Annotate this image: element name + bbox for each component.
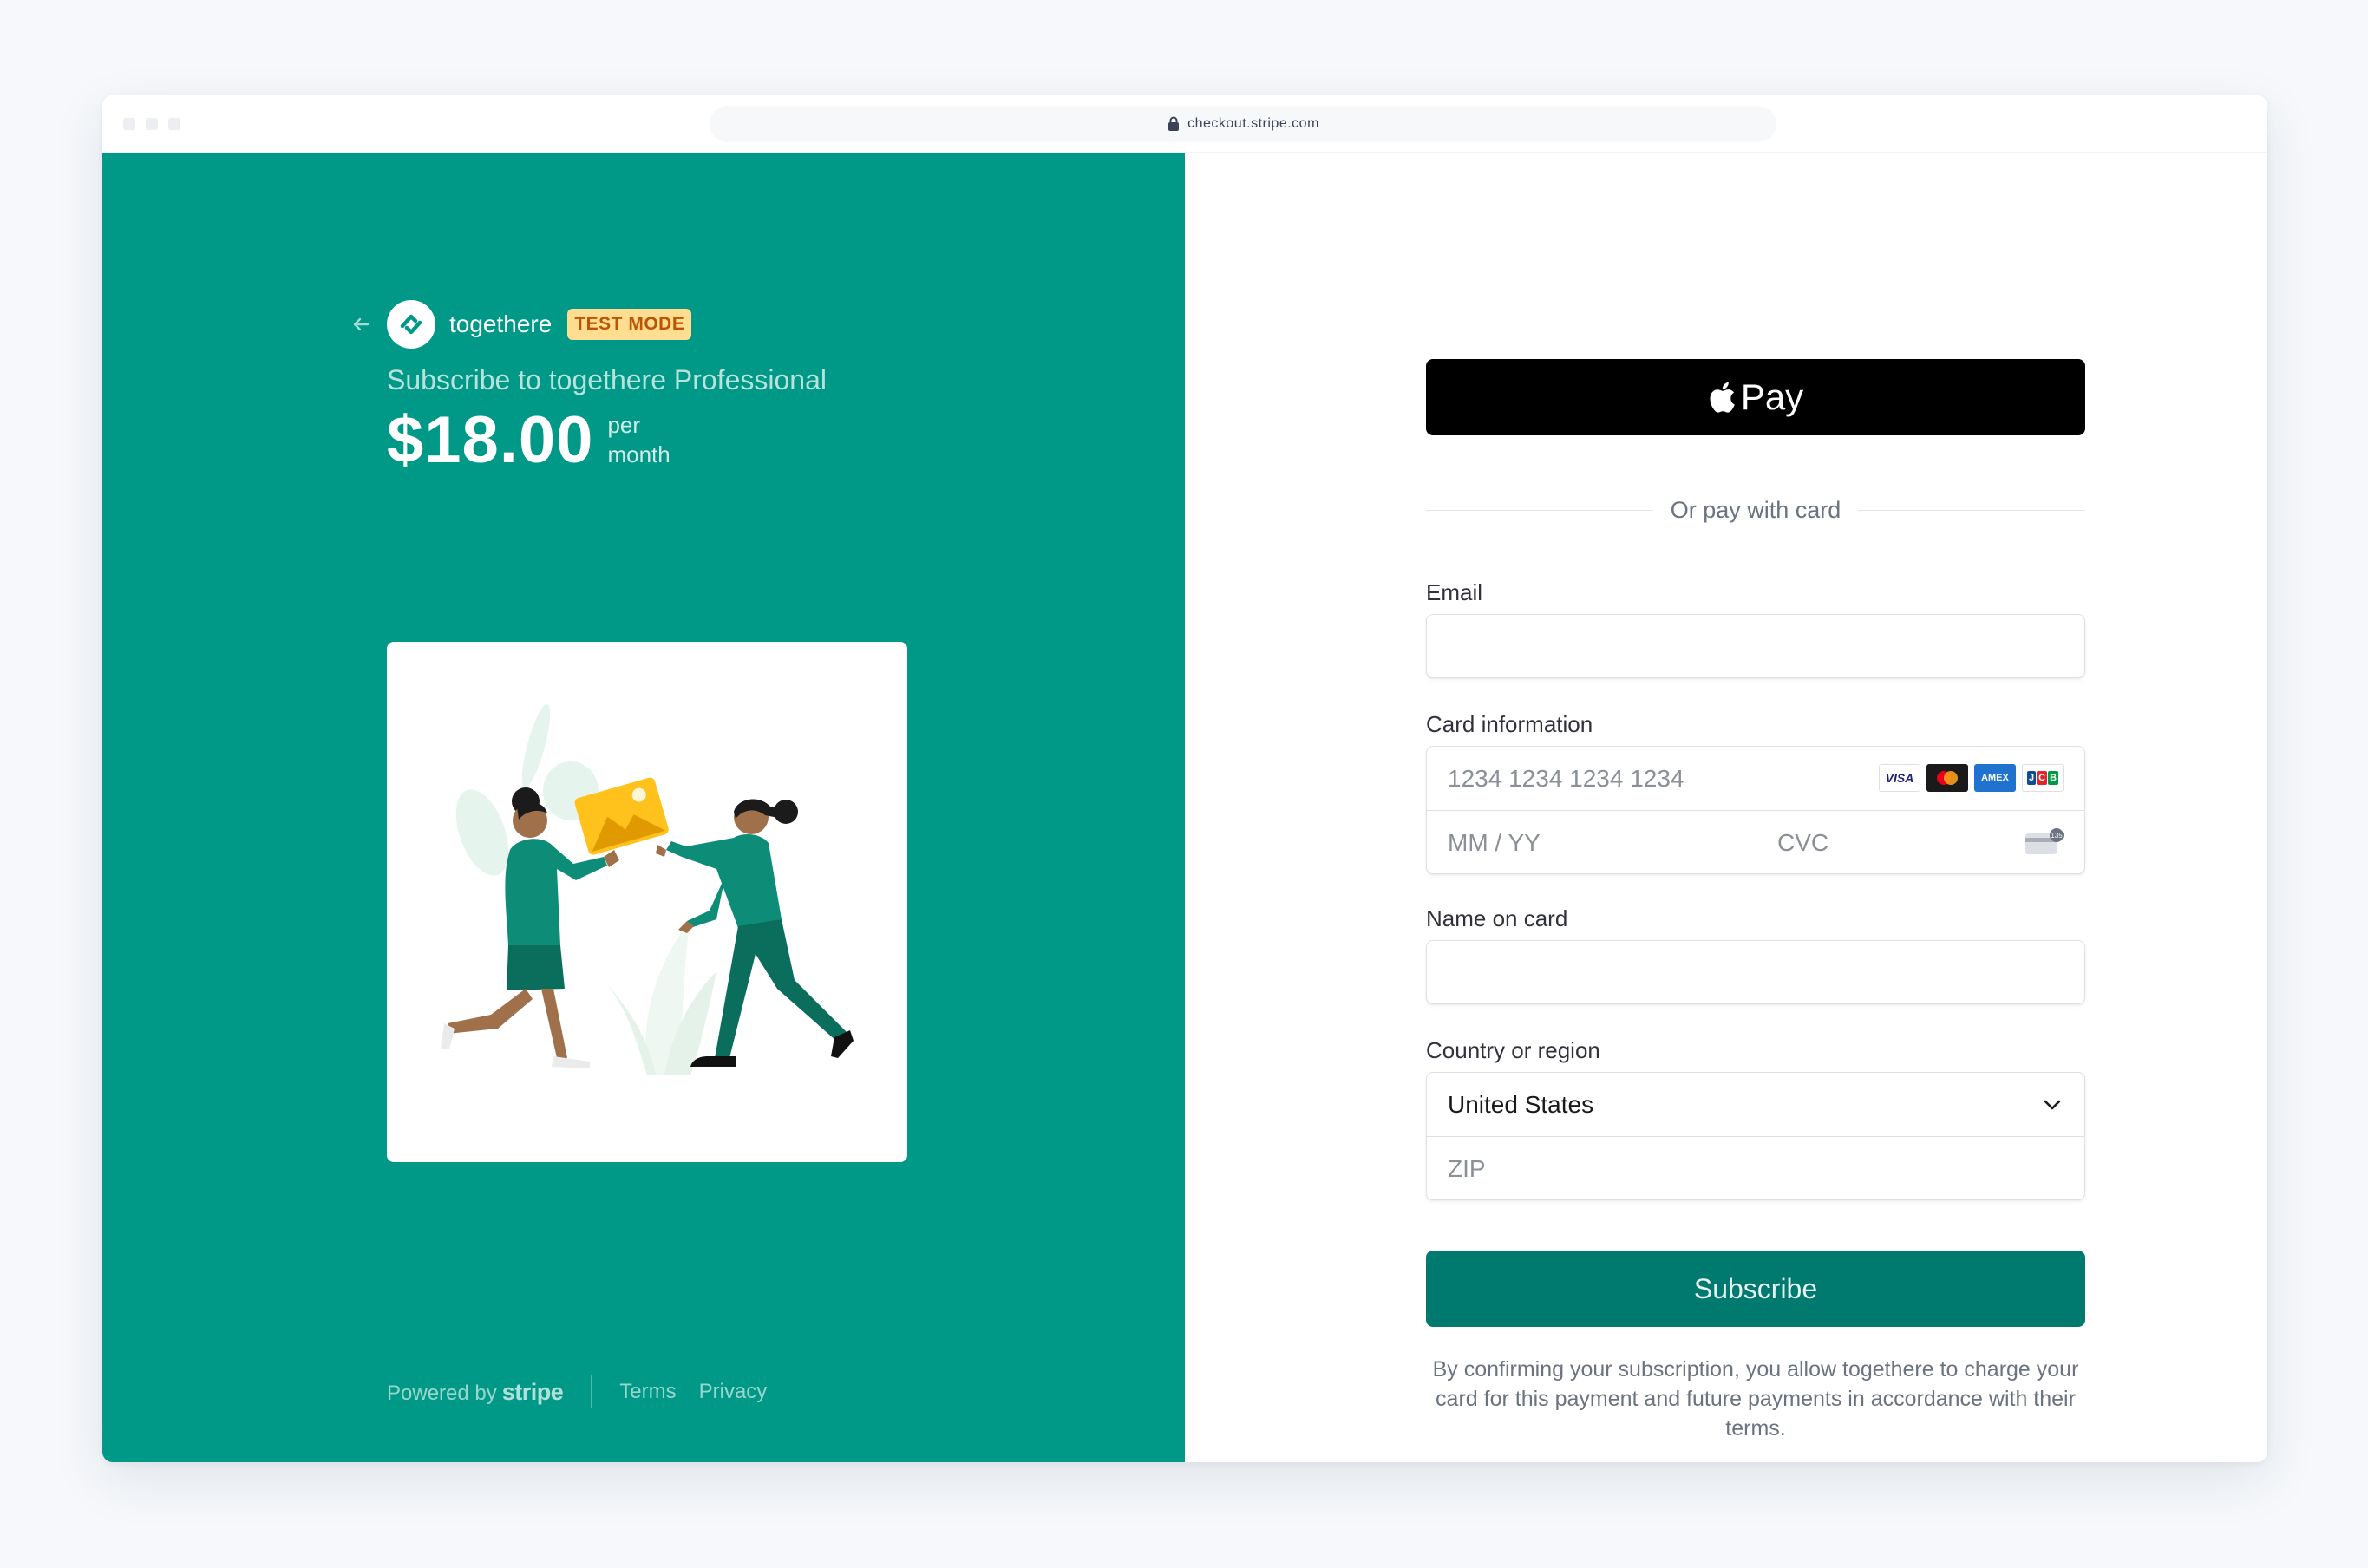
merchant-logo-icon — [387, 300, 435, 349]
billing-period: per month — [607, 411, 670, 470]
divider-line — [1858, 509, 2086, 511]
email-field[interactable] — [1426, 614, 2085, 678]
card-number-field[interactable]: 1234 1234 1234 1234 VISA AMEX J C B — [1427, 747, 2084, 811]
window-dot[interactable] — [168, 118, 180, 130]
person-shoe — [552, 1056, 590, 1068]
cvc-card-icon: 135 — [2025, 828, 2064, 854]
expiry-placeholder: MM / YY — [1448, 829, 1541, 856]
url-text: checkout.stripe.com — [1187, 116, 1319, 131]
subscription-terms: By confirming your subscription, you all… — [1432, 1357, 2079, 1441]
jcb-icon: J C B — [2022, 764, 2064, 792]
zip-field[interactable]: ZIP — [1427, 1137, 2086, 1201]
browser-window: checkout.stripe.com togethere TEST MODE … — [102, 95, 2267, 1462]
subscribe-button[interactable]: Subscribe — [1426, 1251, 2085, 1327]
zip-placeholder: ZIP — [1448, 1155, 1486, 1182]
billing-period-line2: month — [607, 441, 670, 468]
person-arm — [687, 876, 725, 928]
person-skirt — [507, 945, 565, 990]
or-divider: Or pay with card — [1426, 493, 2086, 527]
terms-link[interactable]: Terms — [619, 1380, 676, 1404]
name-on-card-field[interactable] — [1426, 940, 2085, 1004]
privacy-link[interactable]: Privacy — [699, 1380, 768, 1404]
apple-logo-icon — [1710, 382, 1735, 413]
window-dot[interactable] — [146, 118, 158, 130]
lock-icon — [1168, 116, 1180, 131]
chevron-down-icon — [2044, 1100, 2061, 1110]
visa-icon: VISA — [1879, 764, 1920, 792]
email-label: Email — [1426, 579, 1483, 605]
test-mode-badge: TEST MODE — [567, 309, 692, 340]
person-leg — [541, 989, 567, 1058]
price-amount: $18.00 — [387, 403, 594, 477]
browser-chrome: checkout.stripe.com — [102, 95, 2267, 153]
back-arrow-icon[interactable] — [349, 312, 373, 336]
cvc-placeholder: CVC — [1777, 829, 1829, 856]
product-image — [387, 642, 907, 1162]
people-illustration — [441, 703, 854, 1075]
merchant-name: togethere — [449, 310, 553, 337]
mastercard-icon — [1926, 764, 1968, 792]
order-summary-pane: togethere TEST MODE Subscribe to togethe… — [102, 153, 1185, 1462]
person-leg — [448, 989, 533, 1034]
powered-by[interactable]: Powered by stripe — [387, 1378, 564, 1406]
person-hand — [656, 845, 666, 857]
address-bar[interactable]: checkout.stripe.com — [710, 106, 1776, 142]
card-info-label: Card information — [1426, 711, 1593, 737]
svg-text:135: 135 — [2051, 832, 2063, 840]
apple-pay-button[interactable]: Pay — [1426, 359, 2085, 435]
person-shoe — [690, 1056, 736, 1067]
country-value: United States — [1448, 1090, 1594, 1118]
amex-icon: AMEX — [1974, 764, 2016, 792]
card-number-placeholder: 1234 1234 1234 1234 — [1448, 764, 1684, 792]
expiry-field[interactable]: MM / YY — [1427, 811, 1756, 875]
cvc-field[interactable]: CVC 135 — [1756, 811, 2086, 875]
product-title: Subscribe to togethere Professional — [387, 364, 827, 395]
footer-divider — [591, 1375, 592, 1408]
checkout-footer: Powered by stripe Terms Privacy — [387, 1375, 789, 1408]
merchant-header: togethere TEST MODE — [349, 300, 692, 349]
person-legs — [715, 919, 847, 1058]
card-brands: VISA AMEX J C B — [1879, 764, 2064, 792]
stripe-logo: stripe — [501, 1378, 564, 1405]
powered-by-text: Powered by — [387, 1381, 497, 1405]
address-group: United States ZIP — [1426, 1072, 2085, 1200]
apple-pay-label: Pay — [1740, 376, 1804, 417]
divider-line — [1426, 509, 1653, 511]
window-dot[interactable] — [123, 118, 135, 130]
country-select[interactable]: United States — [1427, 1073, 2084, 1137]
country-label: Country or region — [1426, 1037, 1600, 1063]
person-torso — [505, 839, 607, 945]
or-pay-with-card: Or pay with card — [1670, 496, 1841, 523]
name-on-card-label: Name on card — [1426, 905, 1568, 931]
card-info-group: 1234 1234 1234 1234 VISA AMEX J C B MM /… — [1426, 746, 2086, 875]
window-controls — [123, 118, 180, 130]
payment-pane: Pay Or pay with card Email Card informat… — [1185, 153, 2267, 1462]
billing-period-line1: per — [607, 412, 641, 439]
price-block: $18.00 per month — [387, 408, 670, 474]
